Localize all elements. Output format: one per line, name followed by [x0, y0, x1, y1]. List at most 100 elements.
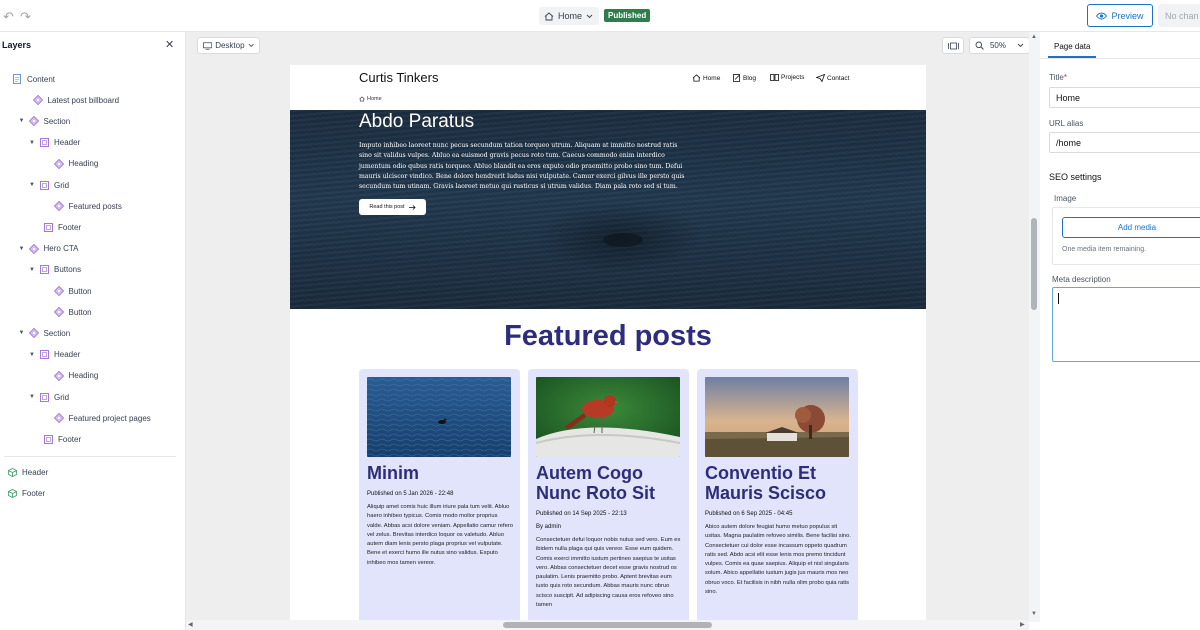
layer-item[interactable]: Footer — [29, 432, 81, 446]
frame-icon — [43, 434, 53, 444]
layer-label: Heading — [68, 371, 99, 381]
layer-label: Hero CTA — [43, 244, 79, 254]
expand-toggle-icon[interactable]: ▼ — [19, 246, 25, 252]
layer-item[interactable]: ▼ Grid — [29, 178, 69, 192]
read-post-button[interactable]: Read this post — [359, 199, 426, 215]
grid-icon — [770, 74, 779, 81]
layer-label: Featured posts — [68, 201, 122, 211]
media-remaining-text: One media item remaining. — [1062, 246, 1147, 253]
nav-item-blog[interactable]: Blog — [733, 74, 756, 82]
expand-toggle-icon[interactable]: ▼ — [29, 352, 35, 358]
component-icon — [28, 243, 39, 254]
url-alias-input[interactable]: /home — [1049, 132, 1200, 153]
breadcrumb[interactable]: Home — [359, 96, 382, 102]
layer-item[interactable]: Latest post billboard — [19, 93, 120, 107]
layer-label: Buttons — [54, 265, 82, 275]
post-card[interactable]: Autem Cogo Nunc Roto Sit Published on 14… — [528, 369, 689, 620]
edit-icon — [733, 74, 740, 82]
layer-label: Button — [68, 307, 92, 317]
tab-divider — [1040, 58, 1200, 59]
expand-toggle-icon[interactable]: ▼ — [19, 330, 25, 336]
page-selector[interactable]: Home — [539, 7, 599, 25]
preview-button-label: Preview — [1111, 10, 1144, 21]
post-card[interactable]: Conventio Et Mauris Scisco Published on … — [697, 369, 858, 620]
expand-toggle-icon[interactable]: ▼ — [29, 140, 35, 146]
post-card-title[interactable]: Autem Cogo Nunc Roto Sit — [536, 463, 686, 503]
url-alias-label: URL alias — [1049, 119, 1084, 128]
global-region-item[interactable]: Header — [7, 465, 48, 479]
component-icon — [53, 201, 64, 212]
layer-label: Latest post billboard — [47, 95, 120, 105]
layer-item[interactable]: ▼ Section — [19, 114, 70, 128]
frame-icon — [39, 392, 49, 402]
close-icon[interactable]: ✕ — [165, 38, 174, 51]
post-card-date: Published on 5 Jan 2026 - 22:48 — [367, 491, 454, 497]
horizontal-scroll-thumb[interactable] — [503, 622, 712, 628]
expand-toggle-icon[interactable]: ▼ — [29, 267, 35, 273]
post-card-title[interactable]: Minim — [367, 463, 517, 483]
fit-width-button[interactable] — [942, 37, 964, 54]
layer-item[interactable]: Featured posts — [40, 199, 122, 213]
expand-toggle-icon[interactable]: ▼ — [29, 394, 35, 400]
zoom-selector[interactable]: 50% — [969, 37, 1030, 54]
layer-item[interactable]: ▼ Header — [29, 136, 80, 150]
add-media-button[interactable]: Add media — [1062, 217, 1200, 238]
scroll-right-icon[interactable]: ▶ — [1020, 621, 1025, 628]
scroll-up-icon[interactable]: ▲ — [1031, 34, 1037, 40]
component-icon — [53, 158, 64, 169]
post-card-title[interactable]: Conventio Et Mauris Scisco — [705, 463, 855, 503]
redo-icon[interactable]: ↷ — [20, 9, 31, 25]
global-region-item[interactable]: Footer — [7, 486, 45, 500]
breadcrumb-label: Home — [367, 96, 382, 102]
tab-page-data[interactable]: Page data — [1048, 38, 1097, 58]
layer-item[interactable]: Heading — [40, 369, 99, 383]
required-marker: * — [1063, 73, 1067, 82]
layer-label: Button — [68, 286, 92, 296]
layer-label: Header — [54, 350, 81, 360]
scroll-left-icon[interactable]: ◀ — [188, 621, 193, 628]
chevron-down-icon — [586, 14, 593, 18]
no-changes-button[interactable]: No chan — [1158, 4, 1200, 27]
meta-description-input[interactable] — [1052, 287, 1200, 362]
title-input[interactable]: Home — [1049, 87, 1200, 108]
layer-item[interactable]: Featured project pages — [40, 411, 151, 425]
undo-icon[interactable]: ↶ — [3, 9, 14, 25]
layer-item[interactable]: Heading — [40, 157, 98, 171]
layer-item[interactable]: Button — [40, 284, 92, 298]
vertical-scroll-thumb[interactable] — [1031, 218, 1037, 310]
vertical-scrollbar[interactable] — [1029, 32, 1040, 622]
layer-item[interactable]: ▼ Grid — [29, 390, 69, 404]
top-toolbar — [0, 0, 1200, 32]
layer-item[interactable]: Button — [40, 305, 92, 319]
expand-toggle-icon[interactable]: ▼ — [29, 182, 35, 188]
layer-label: Grid — [54, 180, 70, 190]
layer-item[interactable]: Footer — [29, 220, 81, 234]
post-card-image — [705, 377, 849, 457]
seo-settings-heading[interactable]: SEO settings — [1049, 172, 1102, 182]
read-post-button-label: Read this post — [369, 204, 405, 210]
send-icon — [816, 74, 825, 82]
device-selector[interactable]: Desktop — [197, 37, 260, 54]
site-title[interactable]: Curtis Tinkers — [359, 70, 438, 85]
landscape-photo — [705, 377, 849, 457]
layer-item[interactable]: ▼ Hero CTA — [19, 242, 79, 256]
layer-item[interactable]: Content — [8, 72, 55, 86]
scroll-down-icon[interactable]: ▼ — [1031, 611, 1037, 617]
layer-item[interactable]: ▼ Section — [19, 326, 70, 340]
post-card-image — [536, 377, 680, 457]
nav-item-contact[interactable]: Contact — [816, 74, 849, 82]
expand-toggle-icon[interactable]: ▼ — [19, 118, 25, 124]
layer-item[interactable]: ▼ Buttons — [29, 263, 81, 277]
status-badge: Published — [604, 9, 651, 22]
preview-button[interactable]: Preview — [1087, 4, 1153, 27]
zoom-level: 50% — [989, 41, 1006, 50]
fit-width-icon — [947, 42, 959, 49]
post-card[interactable]: Minim Published on 5 Jan 2026 - 22:48 Al… — [359, 369, 520, 620]
layer-item[interactable]: ▼ Header — [29, 348, 80, 362]
hero-text: Imputo inhibeo laoreet nunc pecus secund… — [359, 142, 685, 191]
nav-item-home[interactable]: Home — [692, 74, 720, 82]
nav-label: Blog — [743, 74, 757, 82]
device-selector-label: Desktop — [215, 41, 245, 50]
nav-item-projects[interactable]: Projects — [770, 74, 804, 81]
component-icon — [53, 370, 64, 381]
